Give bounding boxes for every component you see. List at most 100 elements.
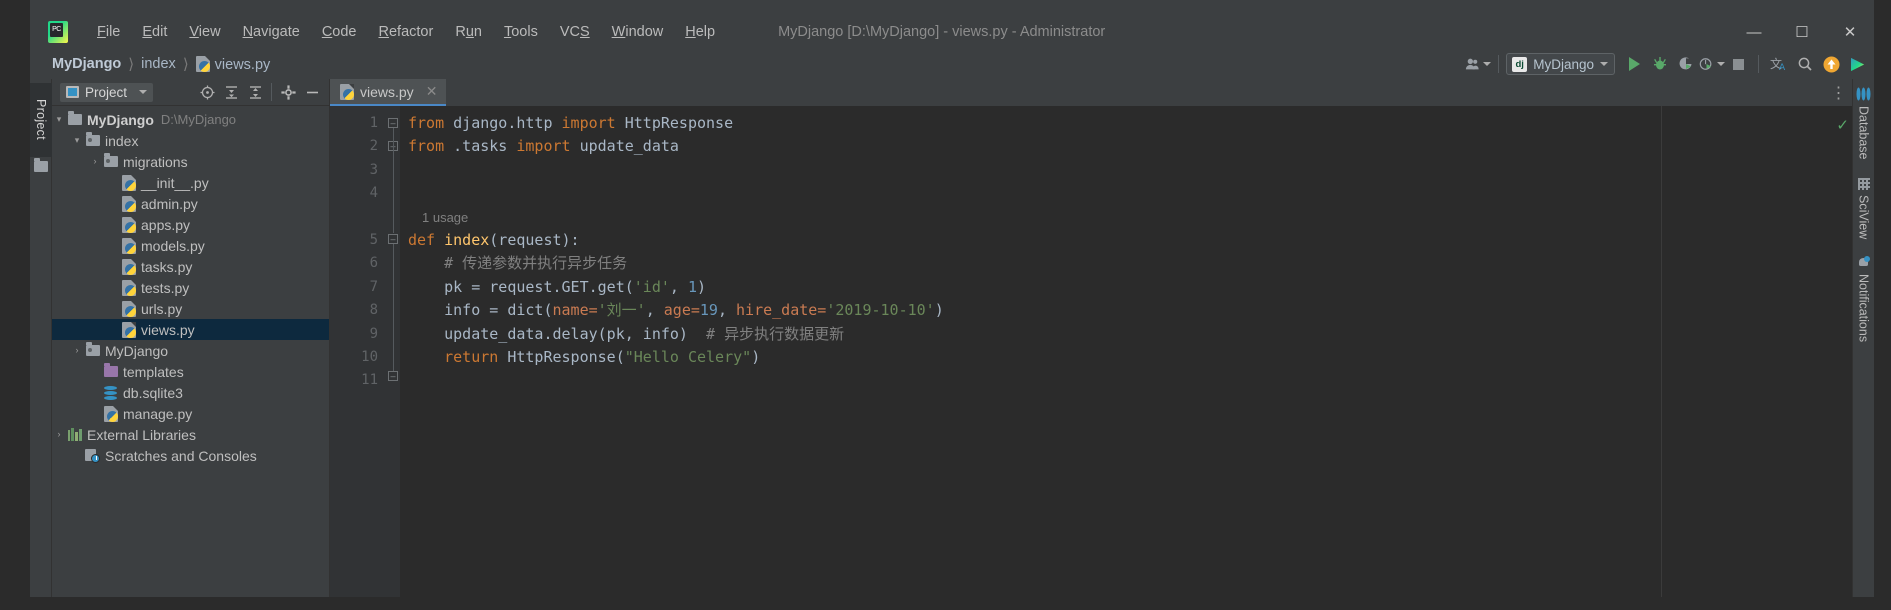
- menu-file[interactable]: File: [86, 21, 131, 43]
- expand-all-icon[interactable]: [220, 81, 242, 103]
- breadcrumb-item-package[interactable]: index: [141, 56, 176, 72]
- tree-row-migrations[interactable]: › migrations: [52, 151, 329, 172]
- run-configuration-selector[interactable]: dj MyDjango: [1506, 53, 1615, 75]
- collapse-all-icon[interactable]: [244, 81, 266, 103]
- chevron-right-icon[interactable]: ›: [70, 346, 84, 355]
- library-icon: [66, 428, 83, 441]
- tool-tab-notifications[interactable]: Notifications: [1857, 255, 1871, 342]
- menu-code[interactable]: Code: [311, 21, 368, 43]
- tree-row-templates[interactable]: › templates: [52, 361, 329, 382]
- code-line-10: return HttpResponse("Hello Celery"): [408, 347, 761, 366]
- translate-icon[interactable]: 文 A: [1766, 51, 1792, 77]
- usage-inlay-hint[interactable]: 1 usage: [400, 206, 1852, 229]
- menu-view[interactable]: View: [178, 21, 231, 43]
- editor-options-icon[interactable]: ⋮: [1826, 79, 1852, 106]
- project-panel-toolbar: [196, 81, 323, 103]
- tree-row-mydjango-package[interactable]: › MyDjango: [52, 340, 329, 361]
- tree-row-urls-py[interactable]: › urls.py: [52, 298, 329, 319]
- menu-window[interactable]: Window: [601, 21, 675, 43]
- chevron-right-icon[interactable]: ›: [88, 157, 102, 166]
- window-frame-right: [1874, 0, 1891, 610]
- svg-text:A: A: [1779, 63, 1786, 72]
- scratch-icon: [84, 448, 101, 463]
- breadcrumb-item-project[interactable]: MyDjango: [52, 56, 121, 72]
- settings-sync-icon[interactable]: [1844, 51, 1870, 77]
- project-icon: [66, 86, 79, 98]
- close-button[interactable]: ✕: [1826, 15, 1874, 49]
- menu-navigate[interactable]: Navigate: [232, 21, 311, 43]
- fold-icon[interactable]: –: [388, 234, 398, 244]
- code-folding-gutter[interactable]: – – – –: [386, 106, 400, 597]
- tree-row-init-py[interactable]: › __init__.py: [52, 172, 329, 193]
- python-file-icon: [120, 237, 137, 254]
- chevron-right-icon[interactable]: ›: [52, 430, 66, 439]
- bell-icon: [1858, 255, 1870, 269]
- database-icon: [102, 385, 119, 400]
- project-view-selector[interactable]: Project: [60, 82, 154, 102]
- tree-row-manage-py[interactable]: › manage.py: [52, 403, 329, 424]
- tool-tab-database[interactable]: Database: [1856, 87, 1871, 160]
- tool-tab-label: SciView: [1856, 194, 1871, 239]
- update-project-icon[interactable]: [1818, 51, 1844, 77]
- select-opened-file-icon[interactable]: [196, 81, 218, 103]
- tree-row-tasks-py[interactable]: › tasks.py: [52, 256, 329, 277]
- python-file-icon: [120, 174, 137, 191]
- tree-row-external-libraries[interactable]: › External Libraries: [52, 424, 329, 445]
- tree-row-scratches-consoles[interactable]: › Scratches and Consoles: [52, 445, 329, 466]
- minimize-button[interactable]: —: [1730, 15, 1778, 49]
- tree-row-models-py[interactable]: › models.py: [52, 235, 329, 256]
- tree-row-admin-py[interactable]: › admin.py: [52, 193, 329, 214]
- inspection-marker-bar[interactable]: ✓: [1836, 106, 1852, 597]
- menu-help[interactable]: Help: [674, 21, 726, 43]
- tree-row-apps-py[interactable]: › apps.py: [52, 214, 329, 235]
- menu-refactor[interactable]: Refactor: [368, 21, 445, 43]
- user-account-icon[interactable]: [1465, 51, 1492, 77]
- profile-button[interactable]: [1699, 51, 1725, 77]
- breadcrumb-item-file[interactable]: views.py: [195, 55, 270, 73]
- tree-row-index[interactable]: ▾ index: [52, 130, 329, 151]
- menu-vcs[interactable]: VCS: [549, 21, 601, 43]
- tree-label: templates: [123, 363, 184, 380]
- tool-tab-sciview[interactable]: SciView: [1856, 177, 1871, 239]
- tree-row-db-sqlite3[interactable]: › db.sqlite3: [52, 382, 329, 403]
- fold-icon[interactable]: –: [388, 118, 398, 128]
- window-frame-bottom: [0, 597, 1891, 610]
- project-tool-window: Project ▾ MyDjango D:\MyDjango ▾ index ›…: [52, 79, 330, 597]
- editor-tab-views-py[interactable]: views.py ✕: [330, 79, 447, 106]
- main-body: Project Project ▾ MyDjango D:\MyDjango ▾…: [30, 79, 1874, 597]
- stop-button[interactable]: [1725, 51, 1751, 77]
- code-editor[interactable]: 1 2 3 4 5 6 7 8 9 10 11 – – – from djang…: [330, 106, 1852, 597]
- python-file-icon: [120, 300, 137, 317]
- run-with-coverage-button[interactable]: [1673, 51, 1699, 77]
- debug-button[interactable]: [1647, 51, 1673, 77]
- menu-run[interactable]: Run: [444, 21, 493, 43]
- run-button[interactable]: [1621, 51, 1647, 77]
- tool-tab-project[interactable]: Project: [30, 83, 52, 157]
- code-line-6: # 传递参数并执行异步任务: [408, 254, 628, 273]
- search-everywhere-icon[interactable]: [1792, 51, 1818, 77]
- fold-icon[interactable]: –: [388, 371, 398, 381]
- tree-row-tests-py[interactable]: › tests.py: [52, 277, 329, 298]
- settings-gear-icon[interactable]: [277, 81, 299, 103]
- tree-label: admin.py: [141, 195, 198, 212]
- menu-edit[interactable]: Edit: [131, 21, 178, 43]
- chevron-down-icon[interactable]: ▾: [70, 136, 84, 145]
- tree-row-views-py[interactable]: › views.py: [52, 319, 329, 340]
- tree-row-mydjango-root[interactable]: ▾ MyDjango D:\MyDjango: [52, 109, 329, 130]
- close-icon[interactable]: ✕: [426, 83, 438, 100]
- tree-label: migrations: [123, 153, 188, 170]
- code-content[interactable]: from django.http import HttpResponse fro…: [400, 106, 1852, 597]
- menu-tools[interactable]: Tools: [493, 21, 549, 43]
- folder-icon: [102, 153, 119, 167]
- tool-tab-label: Database: [1856, 106, 1871, 160]
- structure-folder-icon[interactable]: [34, 158, 48, 172]
- main-toolbar: dj MyDjango 文 A: [1465, 49, 1870, 79]
- hide-panel-icon[interactable]: [301, 81, 323, 103]
- maximize-button[interactable]: ☐: [1778, 15, 1826, 49]
- line-number: 6: [369, 255, 378, 272]
- folder-icon: [84, 342, 101, 356]
- chevron-down-icon[interactable]: ▾: [52, 115, 66, 124]
- inspection-status-badge[interactable]: ✓: [1836, 116, 1849, 134]
